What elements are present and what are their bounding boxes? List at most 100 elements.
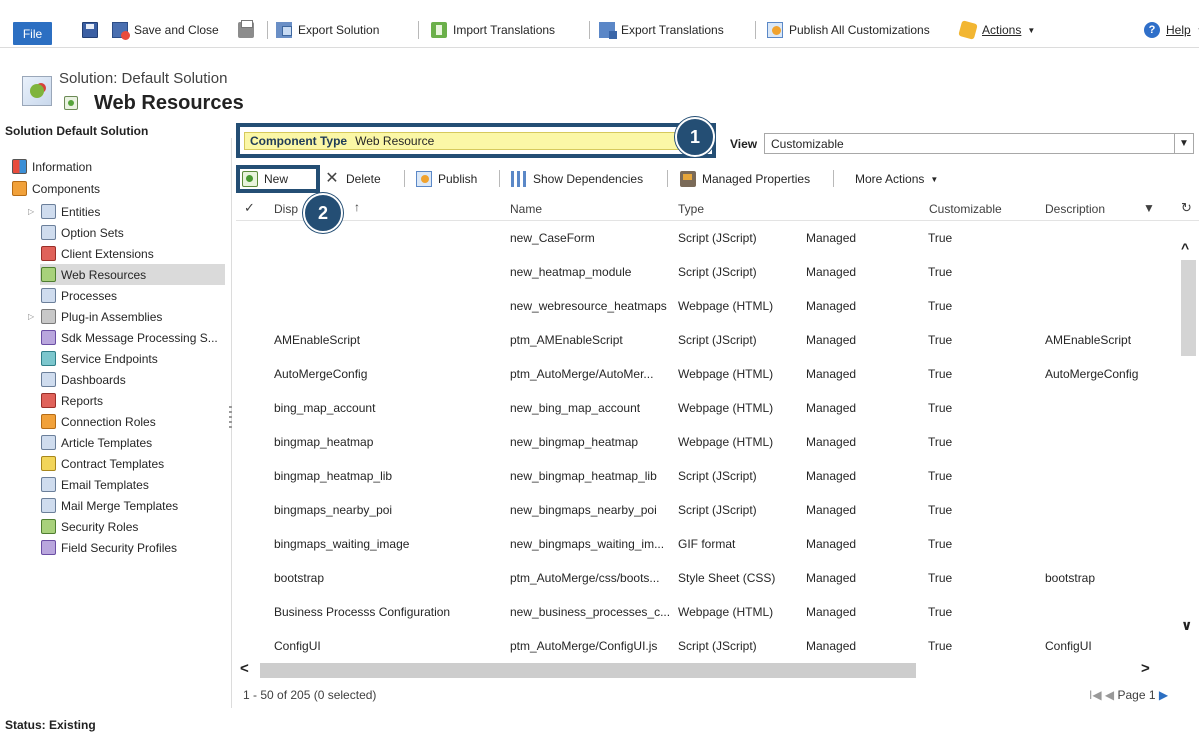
nav-item-security-roles[interactable]: Security Roles: [41, 516, 138, 537]
show-dependencies-button[interactable]: Show Dependencies: [511, 171, 643, 187]
nav-item-label: Service Endpoints: [61, 351, 158, 366]
cell-name[interactable]: ptm_AutoMerge/AutoMer...: [510, 367, 653, 381]
scroll-down-arrow[interactable]: ∨: [1181, 617, 1192, 634]
nav-item-mail-merge-templates[interactable]: Mail Merge Templates: [41, 495, 178, 516]
more-actions-menu[interactable]: More Actions ▼: [855, 171, 938, 187]
chevron-down-icon[interactable]: ▼: [1174, 134, 1193, 153]
save-and-close-button[interactable]: Save and Close: [112, 20, 219, 40]
cell-display[interactable]: bing_map_account: [274, 401, 375, 415]
help-menu[interactable]: ? Help ▼: [1144, 20, 1199, 40]
table-row[interactable]: bingmaps_waiting_image new_bingmaps_waiti…: [236, 528, 1176, 562]
scroll-left-arrow[interactable]: <: [240, 660, 249, 677]
nav-item-components[interactable]: Components: [12, 178, 100, 199]
column-header-display-name[interactable]: Disp: [274, 202, 298, 216]
table-row[interactable]: bingmap_heatmap_lib new_bingmap_heatmap_l…: [236, 460, 1176, 494]
table-row[interactable]: new_CaseForm Script (JScript) Managed True: [236, 222, 1176, 256]
table-row[interactable]: bing_map_account new_bing_map_account Webp…: [236, 392, 1176, 426]
cell-display[interactable]: bingmaps_nearby_poi: [274, 503, 392, 517]
cell-display[interactable]: AutoMergeConfig: [274, 367, 367, 381]
column-header-customizable[interactable]: Customizable: [929, 202, 1002, 216]
cell-display[interactable]: Business Processs Configuration: [274, 605, 450, 619]
nav-item-information[interactable]: Information: [12, 156, 92, 177]
component-type-selector[interactable]: Component Type Web Resource: [244, 132, 708, 150]
publish-button[interactable]: Publish: [416, 171, 477, 187]
table-row[interactable]: bootstrap ptm_AutoMerge/css/boots... Style…: [236, 562, 1176, 596]
table-row[interactable]: bingmaps_nearby_poi new_bingmaps_nearby_p…: [236, 494, 1176, 528]
cell-name[interactable]: new_bingmaps_waiting_im...: [510, 537, 664, 551]
nav-item-option-sets[interactable]: Option Sets: [41, 222, 124, 243]
table-row[interactable]: bingmap_heatmap new_bingmap_heatmap Webpag…: [236, 426, 1176, 460]
cell-display[interactable]: AMEnableScript: [274, 333, 360, 347]
cell-state: Managed: [806, 333, 857, 347]
table-row[interactable]: Business Processs Configuration new_busin…: [236, 596, 1176, 630]
cell-display[interactable]: bingmap_heatmap: [274, 435, 373, 449]
export-translations-button[interactable]: Export Translations: [599, 20, 724, 40]
horizontal-scroll-thumb[interactable]: [260, 663, 916, 678]
cell-display[interactable]: bingmap_heatmap_lib: [274, 469, 392, 483]
cell-name[interactable]: ptm_AMEnableScript: [510, 333, 623, 347]
cell-name[interactable]: new_bingmap_heatmap: [510, 435, 638, 449]
column-header-type[interactable]: Type: [678, 202, 704, 216]
select-all-checkbox[interactable]: ✓: [244, 200, 255, 216]
nav-item-email-templates[interactable]: Email Templates: [41, 474, 149, 495]
view-select[interactable]: Customizable ▼: [764, 133, 1194, 154]
cell-name[interactable]: ptm_AutoMerge/ConfigUI.js: [510, 639, 657, 653]
save-button[interactable]: [82, 20, 98, 40]
nav-item-field-security-profiles[interactable]: Field Security Profiles: [41, 537, 177, 558]
nav-item-plugin-assemblies[interactable]: ▷ Plug-in Assemblies: [28, 306, 162, 327]
publish-all-button[interactable]: Publish All Customizations: [767, 20, 930, 40]
actions-menu[interactable]: Actions ▼: [958, 20, 1035, 40]
nav-item-client-extensions[interactable]: Client Extensions: [41, 243, 154, 264]
nav-item-dashboards[interactable]: Dashboards: [41, 369, 126, 390]
nav-item-connection-roles[interactable]: Connection Roles: [41, 411, 156, 432]
nav-item-contract-templates[interactable]: Contract Templates: [41, 453, 164, 474]
file-button[interactable]: File: [13, 22, 52, 45]
nav-item-reports[interactable]: Reports: [41, 390, 103, 411]
first-page-icon[interactable]: I◀: [1089, 688, 1102, 702]
ribbon-separator: [589, 21, 590, 39]
nav-item-processes[interactable]: Processes: [41, 285, 117, 306]
previous-page-icon[interactable]: ◀: [1105, 688, 1114, 702]
scroll-right-arrow[interactable]: >: [1141, 660, 1150, 677]
refresh-icon[interactable]: ↻: [1181, 200, 1192, 216]
cell-display[interactable]: bootstrap: [274, 571, 324, 585]
expand-icon[interactable]: ▷: [28, 207, 36, 216]
expand-icon[interactable]: ▷: [28, 312, 36, 321]
nav-item-web-resources[interactable]: Web Resources: [40, 264, 225, 285]
vertical-scroll-thumb[interactable]: [1181, 260, 1196, 356]
table-row[interactable]: new_webresource_heatmaps Webpage (HTML) Ma…: [236, 290, 1176, 324]
import-translations-button[interactable]: Import Translations: [431, 20, 555, 40]
new-label: New: [264, 172, 289, 186]
nav-item-service-endpoints[interactable]: Service Endpoints: [41, 348, 158, 369]
vertical-scrollbar[interactable]: [1178, 260, 1196, 658]
table-row[interactable]: new_heatmap_module Script (JScript) Manage…: [236, 256, 1176, 290]
cell-name[interactable]: new_heatmap_module: [510, 265, 631, 279]
horizontal-scrollbar[interactable]: < >: [236, 660, 1196, 679]
cell-name[interactable]: new_CaseForm: [510, 231, 595, 245]
column-header-description[interactable]: Description: [1045, 202, 1105, 216]
cell-name[interactable]: new_bing_map_account: [510, 401, 640, 415]
table-row[interactable]: AMEnableScript ptm_AMEnableScript Script (…: [236, 324, 1176, 358]
cell-display[interactable]: bingmaps_waiting_image: [274, 537, 409, 551]
cell-name[interactable]: new_bingmaps_nearby_poi: [510, 503, 657, 517]
print-button[interactable]: [238, 20, 254, 40]
column-header-name[interactable]: Name: [510, 202, 542, 216]
cell-name[interactable]: ptm_AutoMerge/css/boots...: [510, 571, 659, 585]
pane-resize-handle[interactable]: [229, 406, 232, 430]
filter-icon[interactable]: ▼: [1143, 201, 1155, 215]
nav-item-entities[interactable]: ▷ Entities: [28, 201, 100, 222]
table-row[interactable]: AutoMergeConfig ptm_AutoMerge/AutoMer... W…: [236, 358, 1176, 392]
cell-name[interactable]: new_bingmap_heatmap_lib: [510, 469, 657, 483]
nav-item-article-templates[interactable]: Article Templates: [41, 432, 152, 453]
nav-item-sdk-message-processing[interactable]: Sdk Message Processing S...: [41, 327, 218, 348]
table-row[interactable]: ConfigUI ptm_AutoMerge/ConfigUI.js Script …: [236, 630, 1176, 658]
cell-name[interactable]: new_webresource_heatmaps: [510, 299, 667, 313]
export-solution-button[interactable]: Export Solution: [276, 20, 379, 40]
managed-properties-button[interactable]: Managed Properties: [680, 171, 810, 187]
delete-button[interactable]: ✕ Delete: [324, 171, 380, 187]
cell-name[interactable]: new_business_processes_c...: [510, 605, 670, 619]
next-page-icon[interactable]: ▶: [1159, 688, 1168, 702]
cell-display[interactable]: ConfigUI: [274, 639, 321, 653]
new-button[interactable]: New: [242, 171, 288, 187]
scroll-up-arrow[interactable]: ^: [1181, 240, 1189, 256]
